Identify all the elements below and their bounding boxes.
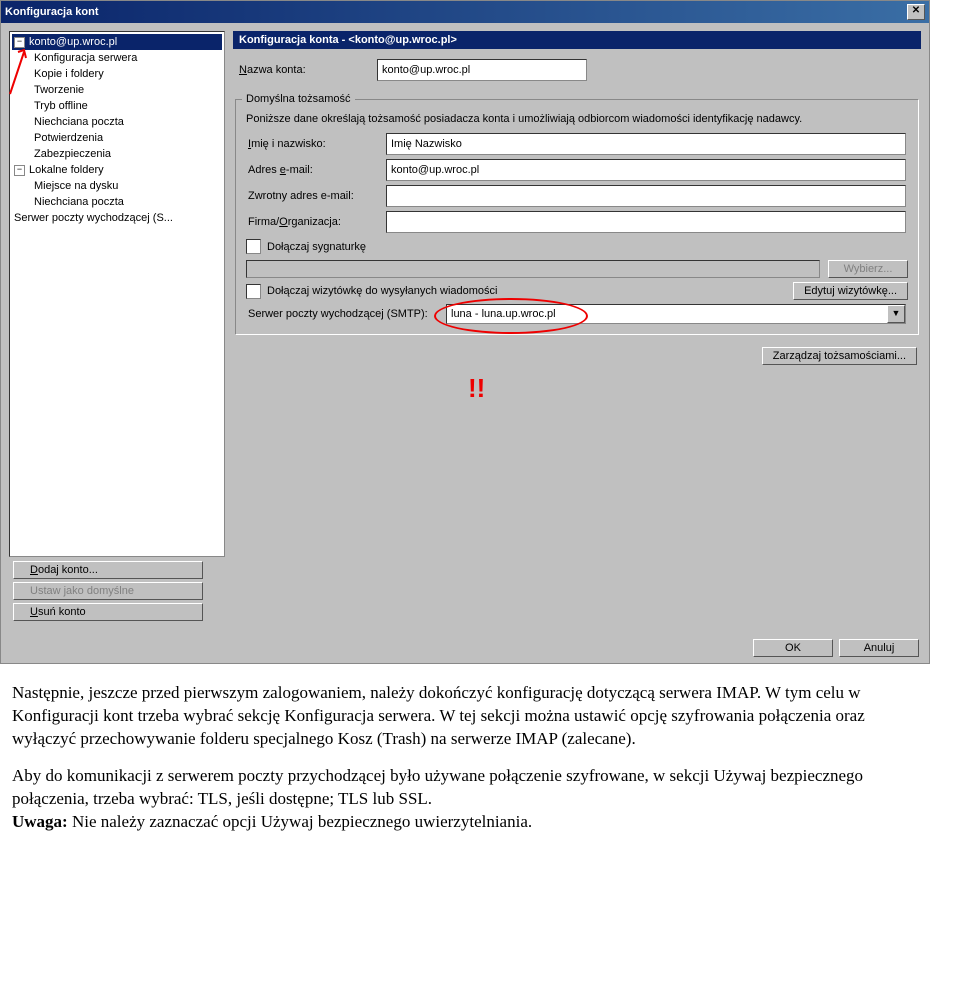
manage-identities-button[interactable]: Zarządzaj tożsamościami... [762, 347, 917, 365]
config-window: Konfiguracja kont ✕ −konto@up.wroc.pl Ko… [0, 0, 930, 664]
org-label: Firma/Organizacja:Firma/Organizacja: [248, 216, 378, 228]
org-input[interactable] [386, 211, 906, 233]
account-name-input[interactable] [377, 59, 587, 81]
tree-item[interactable]: Zabezpieczenia [12, 146, 222, 162]
dialog-buttons: OK Anuluj [1, 633, 929, 663]
close-icon[interactable]: ✕ [907, 4, 925, 20]
identity-fieldset: Domyślna tożsamość Poniższe dane określa… [235, 93, 919, 335]
instruction-p2: Aby do komunikacji z serwerem poczty prz… [12, 765, 922, 834]
tree-item[interactable]: Tryb offline [12, 98, 222, 114]
tree-root-local[interactable]: −Lokalne foldery [12, 162, 222, 178]
edit-vcard-button[interactable]: Edytuj wizytówkę... [793, 282, 908, 300]
instruction-p1: Następnie, jeszcze przed pierwszym zalog… [12, 682, 922, 751]
reply-input[interactable] [386, 185, 906, 207]
cancel-button[interactable]: Anuluj [839, 639, 919, 657]
tree-root-account[interactable]: −konto@up.wroc.pl [12, 34, 222, 50]
name-input[interactable] [386, 133, 906, 155]
collapse-icon[interactable]: − [14, 165, 25, 176]
reply-label: Zwrotny adres e-mail: [248, 190, 378, 202]
smtp-value: luna - luna.up.wroc.pl [447, 308, 887, 320]
tree-item-smtp[interactable]: Serwer poczty wychodzącej (S... [12, 210, 222, 226]
tree-item[interactable]: Tworzenie [12, 82, 222, 98]
identity-legend: Domyślna tożsamość [242, 93, 355, 105]
smtp-label: Serwer poczty wychodzącej (SMTP): [248, 308, 438, 320]
tree-root-label: Lokalne foldery [29, 164, 104, 176]
vcard-checkbox[interactable] [246, 284, 261, 299]
chevron-down-icon[interactable]: ▼ [887, 305, 905, 323]
tree-item[interactable]: Niechciana poczta [12, 194, 222, 210]
ok-button[interactable]: OK [753, 639, 833, 657]
annotation-exclaim-icon: !! [468, 373, 485, 404]
identity-hint: Poniższe dane określają tożsamość posiad… [246, 113, 908, 125]
email-label: Adres e-mail:Adres e-mail: [248, 164, 378, 176]
remove-account-button[interactable]: Usuń kontoUsuń konto [13, 603, 203, 621]
tree-item[interactable]: Potwierdzenia [12, 130, 222, 146]
signature-path-input [246, 260, 820, 278]
account-tree[interactable]: −konto@up.wroc.pl Konfiguracja serwera K… [9, 31, 225, 557]
tree-item[interactable]: Kopie i foldery [12, 66, 222, 82]
tree-root-label: konto@up.wroc.pl [29, 36, 117, 48]
smtp-dropdown[interactable]: luna - luna.up.wroc.pl ▼ [446, 304, 906, 324]
account-name-label: Nazwa konta:Nazwa konta: [239, 64, 369, 76]
set-default-button: Ustaw jako domyślne [13, 582, 203, 600]
left-buttons: DDodaj konto...odaj konto... Ustaw jako … [9, 557, 225, 625]
name-label: Imię i nazwisko:Imię i nazwisko: [248, 138, 378, 150]
panel-title: Konfiguracja konta - <konto@up.wroc.pl> [233, 31, 921, 49]
window-title: Konfiguracja kont [5, 6, 99, 18]
tree-item[interactable]: Niechciana poczta [12, 114, 222, 130]
collapse-icon[interactable]: − [14, 37, 25, 48]
signature-label: Dołączaj sygnaturkę [267, 241, 366, 253]
warning-label: Uwaga: [12, 812, 68, 831]
tree-item[interactable]: Konfiguracja serwera [12, 50, 222, 66]
choose-button: Wybierz... [828, 260, 908, 278]
tree-item[interactable]: Miejsce na dysku [12, 178, 222, 194]
add-account-button[interactable]: DDodaj konto...odaj konto... [13, 561, 203, 579]
instruction-text: Następnie, jeszcze przed pierwszym zalog… [12, 682, 922, 834]
main-panel: Konfiguracja konta - <konto@up.wroc.pl> … [233, 31, 921, 625]
signature-checkbox[interactable] [246, 239, 261, 254]
email-input[interactable] [386, 159, 906, 181]
titlebar: Konfiguracja kont ✕ [1, 1, 929, 23]
vcard-label: Dołączaj wizytówkę do wysyłanych wiadomo… [267, 285, 497, 297]
